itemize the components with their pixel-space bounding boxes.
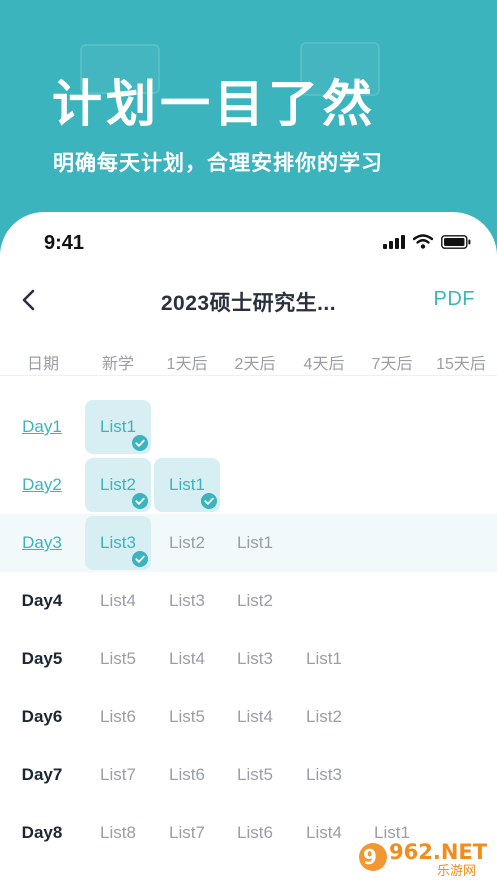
- day-label[interactable]: Day6: [10, 688, 74, 746]
- column-header: 日期: [26, 356, 59, 373]
- table-row: Day4 List4 List3 List2: [0, 572, 497, 630]
- list-cell[interactable]: List2: [291, 688, 357, 746]
- list-cell[interactable]: List7: [154, 804, 220, 862]
- list-cell[interactable]: List1: [222, 514, 288, 572]
- column-header: 新学: [101, 356, 134, 373]
- list-label: List1: [100, 417, 136, 436]
- list-cell[interactable]: List4: [291, 804, 357, 862]
- list-label: List3: [100, 533, 136, 552]
- watermark-sub: 乐游网: [437, 864, 476, 879]
- column-headers: 日期 新学 1天后 2天后 4天后 7天后 15天后: [0, 340, 497, 376]
- check-icon: [132, 435, 148, 451]
- list-label: List1: [169, 475, 205, 494]
- table-row: Day5 List5 List4 List3 List1: [0, 630, 497, 688]
- list-chip[interactable]: List2: [85, 458, 151, 512]
- signal-icon: [383, 234, 405, 249]
- list-cell[interactable]: List4: [222, 688, 288, 746]
- list-cell[interactable]: List6: [85, 688, 151, 746]
- list-cell[interactable]: List4: [154, 630, 220, 688]
- battery-icon: [441, 234, 471, 249]
- column-header: 7天后: [371, 356, 413, 373]
- list-chip[interactable]: List3: [85, 516, 151, 570]
- table-row: Day1 List1: [0, 398, 497, 456]
- list-cell[interactable]: List3: [154, 572, 220, 630]
- list-cell[interactable]: List5: [85, 630, 151, 688]
- day-label[interactable]: Day3: [10, 514, 74, 572]
- table-row: Day3 List3 List2 List1: [0, 514, 497, 572]
- day-label[interactable]: Day8: [10, 804, 74, 862]
- status-bar: 9:41: [0, 212, 497, 270]
- watermark-brand: 962.NET: [389, 840, 488, 864]
- list-cell[interactable]: List5: [154, 688, 220, 746]
- phone-screen: 9:41 2023硕士研究生... PDF 日期 新学 1天后 2天后 4天后 …: [0, 212, 497, 883]
- svg-text:9: 9: [363, 845, 377, 869]
- list-cell[interactable]: List8: [85, 804, 151, 862]
- table-row: Day6 List6 List5 List4 List2: [0, 688, 497, 746]
- table-row: Day7 List7 List6 List5 List3: [0, 746, 497, 804]
- list-cell[interactable]: List7: [85, 746, 151, 804]
- day-label[interactable]: Day1: [10, 398, 74, 456]
- list-cell[interactable]: List6: [222, 804, 288, 862]
- column-header: 4天后: [303, 356, 345, 373]
- list-chip[interactable]: List1: [85, 400, 151, 454]
- status-time: 9:41: [44, 232, 85, 254]
- list-cell[interactable]: List1: [291, 630, 357, 688]
- wifi-icon: [413, 234, 433, 249]
- status-icons: [383, 234, 471, 249]
- banner-headline: 计划一目了然: [52, 76, 376, 132]
- watermark-logo: 9 962.NET 乐游网: [359, 840, 488, 879]
- table-row: Day2 List2 List1: [0, 456, 497, 514]
- check-icon: [132, 551, 148, 567]
- list-cell[interactable]: List6: [154, 746, 220, 804]
- list-cell[interactable]: List3: [291, 746, 357, 804]
- list-label: List2: [100, 475, 136, 494]
- check-icon: [201, 493, 217, 509]
- column-header: 2天后: [234, 356, 276, 373]
- day-label[interactable]: Day5: [10, 630, 74, 688]
- check-icon: [132, 493, 148, 509]
- column-header: 15天后: [436, 356, 486, 373]
- list-cell[interactable]: List5: [222, 746, 288, 804]
- day-label[interactable]: Day2: [10, 456, 74, 514]
- list-chip[interactable]: List1: [154, 458, 220, 512]
- promo-banner: 计划一目了然 明确每天计划，合理安排你的学习: [0, 0, 497, 240]
- page-title: 2023硕士研究生...: [160, 292, 337, 315]
- day-label[interactable]: Day4: [10, 572, 74, 630]
- day-label[interactable]: Day7: [10, 746, 74, 804]
- list-cell[interactable]: List4: [85, 572, 151, 630]
- list-cell[interactable]: List3: [222, 630, 288, 688]
- nav-bar: 2023硕士研究生... PDF: [0, 278, 497, 322]
- banner-subline: 明确每天计划，合理安排你的学习: [53, 152, 383, 175]
- list-cell[interactable]: List2: [222, 572, 288, 630]
- list-cell[interactable]: List2: [154, 514, 220, 572]
- pdf-button[interactable]: PDF: [434, 288, 476, 311]
- column-header: 1天后: [166, 356, 208, 373]
